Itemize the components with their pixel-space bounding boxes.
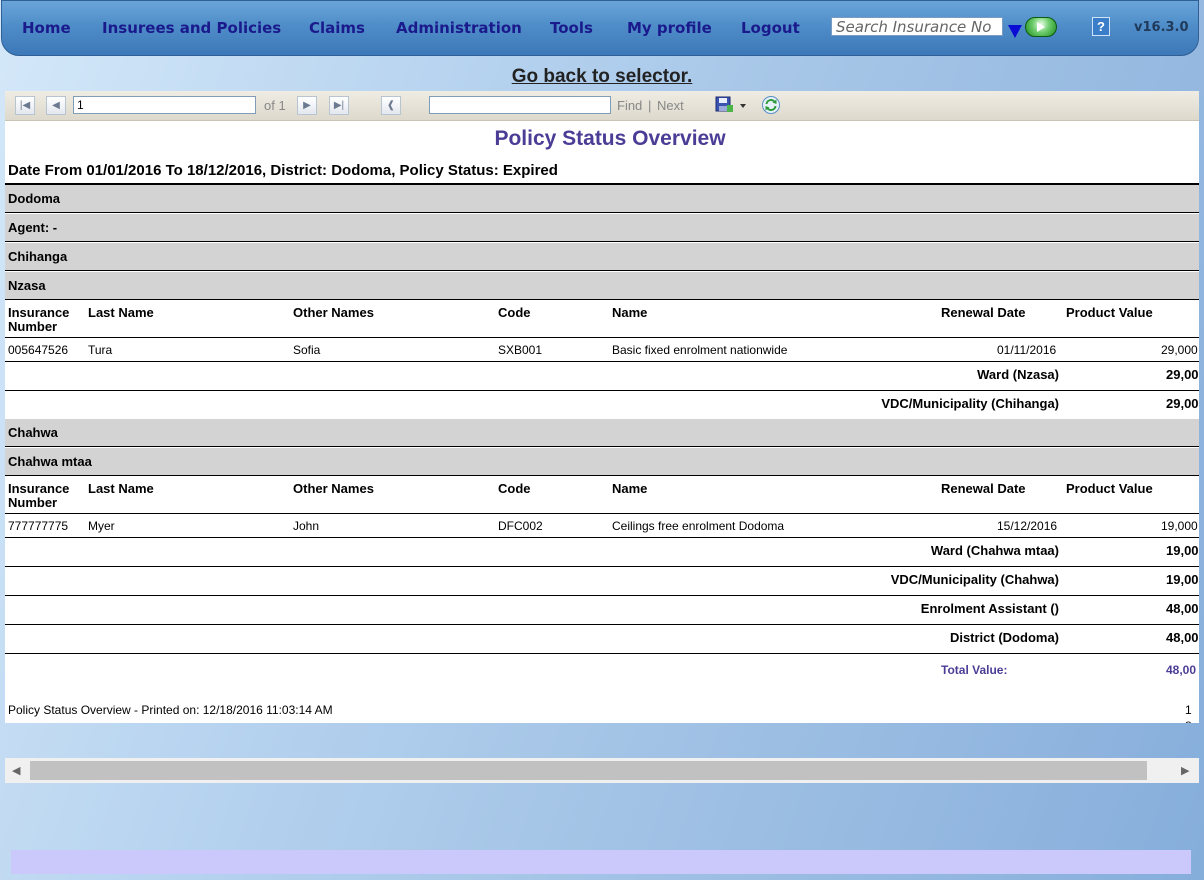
table-row: 777777775 Myer John DFC002 Ceilings free… (5, 514, 1199, 538)
cell-renewal-date: 01/11/2016 (997, 343, 1057, 357)
find-next-link[interactable]: Next (657, 98, 684, 113)
cell-name: Ceilings free enrolment Dodoma (612, 519, 785, 533)
ward-subtotal-row: Ward (Nzasa) 29,00 (5, 362, 1199, 391)
report-toolbar: |◀ ◀ of 1 ▶ ▶| ❰ Find | Next (5, 91, 1199, 121)
group-vdc: Chihanga (5, 243, 1199, 271)
cell-last-name: Tura (88, 343, 113, 357)
vdc-subtotal-value: 29,00 (1166, 396, 1199, 411)
go-back-to-selector-link[interactable]: Go back to selector. (0, 66, 1204, 88)
ward-subtotal-value: 29,00 (1166, 367, 1199, 382)
page-count-label: of 1 (264, 98, 286, 113)
vdc-subtotal-label: VDC/Municipality (Chihanga) (881, 396, 1059, 411)
cell-insurance-number: 777777775 (8, 519, 69, 533)
cell-other-names: Sofia (293, 343, 321, 357)
top-navigation-bar: Home Insurees and Policies Claims Admini… (1, 0, 1199, 56)
col-insurance-number: Insurance Number (8, 305, 70, 334)
nav-logout[interactable]: Logout (741, 19, 800, 37)
nav-insurees-and-policies[interactable]: Insurees and Policies (102, 19, 281, 37)
col-renewal-date: Renewal Date (941, 481, 1026, 496)
export-save-icon[interactable] (715, 96, 733, 112)
ward-subtotal-value: 19,00 (1166, 543, 1199, 558)
cell-name: Basic fixed enrolment nationwide (612, 343, 788, 357)
column-header-row: Insurance Number Last Name Other Names Co… (5, 301, 1199, 338)
ward-subtotal-row: Ward (Chahwa mtaa) 19,00 (5, 538, 1199, 567)
vdc-subtotal-row: VDC/Municipality (Chihanga) 29,00 (5, 391, 1199, 420)
report-footer: Policy Status Overview - Printed on: 12/… (8, 703, 333, 717)
cell-renewal-date: 15/12/2016 (997, 519, 1058, 533)
col-name: Name (612, 481, 648, 496)
column-header-row: Insurance Number Last Name Other Names Co… (5, 477, 1199, 514)
nav-claims[interactable]: Claims (309, 19, 365, 37)
col-last-name: Last Name (88, 481, 154, 496)
report-parameters: Date From 01/01/2016 To 18/12/2016, Dist… (8, 162, 558, 179)
col-code: Code (498, 481, 531, 496)
total-value-label: Total Value: (941, 663, 1008, 677)
vdc-subtotal-row: VDC/Municipality (Chahwa) 19,00 (5, 567, 1199, 596)
ward-subtotal-label: Ward (Nzasa) (977, 367, 1059, 382)
find-link[interactable]: Find (617, 98, 642, 113)
report-viewer: |◀ ◀ of 1 ▶ ▶| ❰ Find | Next Policy Stat… (5, 91, 1199, 723)
first-page-icon[interactable]: |◀ (15, 96, 35, 115)
scroll-right-icon[interactable]: ▶ (1181, 764, 1189, 777)
district-total-label: District (Dodoma) (949, 630, 1059, 645)
back-to-parent-icon[interactable]: ❰ (381, 96, 401, 115)
col-insurance-number: Insurance Number (8, 481, 70, 510)
find-text-input[interactable] (429, 96, 611, 114)
district-total-value: 48,00 (1166, 630, 1199, 645)
cell-code: DFC002 (498, 519, 543, 533)
table-row: 005647526 Tura Sofia SXB001 Basic fixed … (5, 338, 1199, 362)
cell-code: SXB001 (498, 343, 543, 357)
col-other-names: Other Names (293, 305, 374, 320)
col-last-name: Last Name (88, 305, 154, 320)
help-icon[interactable]: ? (1092, 17, 1110, 36)
cell-last-name: Myer (88, 519, 115, 533)
enrolment-assistant-total-row: Enrolment Assistant () 48,00 (5, 596, 1199, 625)
refresh-icon[interactable] (761, 95, 781, 115)
nav-tools[interactable]: Tools (550, 19, 593, 37)
scroll-left-icon[interactable]: ◀ (12, 764, 20, 777)
report-page-number: 1 o (1185, 703, 1192, 723)
next-page-icon[interactable]: ▶ (297, 96, 317, 115)
vdc-subtotal-value: 19,00 (1166, 572, 1199, 587)
enrolment-assistant-total-label: Enrolment Assistant () (920, 601, 1059, 616)
search-insurance-input[interactable] (831, 17, 1003, 36)
district-total-row: District (Dodoma) 48,00 (5, 625, 1199, 654)
export-dropdown-arrow-icon[interactable] (740, 104, 746, 108)
cell-product-value: 29,000 (1161, 343, 1198, 357)
report-title: Policy Status Overview (494, 127, 726, 150)
total-value: 48,00 (1166, 663, 1197, 677)
col-renewal-date: Renewal Date (941, 305, 1026, 320)
last-page-icon[interactable]: ▶| (329, 96, 349, 115)
cell-insurance-number: 005647526 (8, 343, 69, 357)
ward-subtotal-label: Ward (Chahwa mtaa) (930, 543, 1059, 558)
nav-my-profile[interactable]: My profile (627, 19, 712, 37)
nav-home[interactable]: Home (22, 19, 71, 37)
previous-page-icon[interactable]: ◀ (46, 96, 66, 115)
vdc-subtotal-label: VDC/Municipality (Chahwa) (890, 572, 1059, 587)
nav-administration[interactable]: Administration (396, 19, 522, 37)
horizontal-scrollbar[interactable]: ◀ ▶ (5, 758, 1199, 783)
group-agent: Agent: - (5, 214, 1199, 242)
col-code: Code (498, 305, 531, 320)
col-product-value: Product Value (1066, 305, 1153, 320)
enrolment-assistant-total-value: 48,00 (1166, 601, 1199, 616)
cell-product-value: 19,000 (1161, 519, 1198, 533)
group-district: Dodoma (5, 185, 1199, 213)
col-name: Name (612, 305, 648, 320)
version-label: v16.3.0 (1134, 20, 1189, 35)
group-ward: Nzasa (5, 272, 1199, 300)
group-vdc: Chahwa (5, 419, 1199, 447)
col-other-names: Other Names (293, 481, 374, 496)
page-number-input[interactable] (73, 96, 256, 114)
cell-other-names: John (293, 519, 320, 533)
scrollbar-thumb[interactable] (30, 761, 1147, 780)
find-separator: | (648, 98, 652, 113)
col-product-value: Product Value (1066, 481, 1153, 496)
search-go-button[interactable] (1025, 17, 1057, 37)
search-dropdown-arrow-icon[interactable] (1008, 25, 1022, 38)
bottom-bar (11, 850, 1191, 874)
group-ward: Chahwa mtaa (5, 448, 1199, 476)
